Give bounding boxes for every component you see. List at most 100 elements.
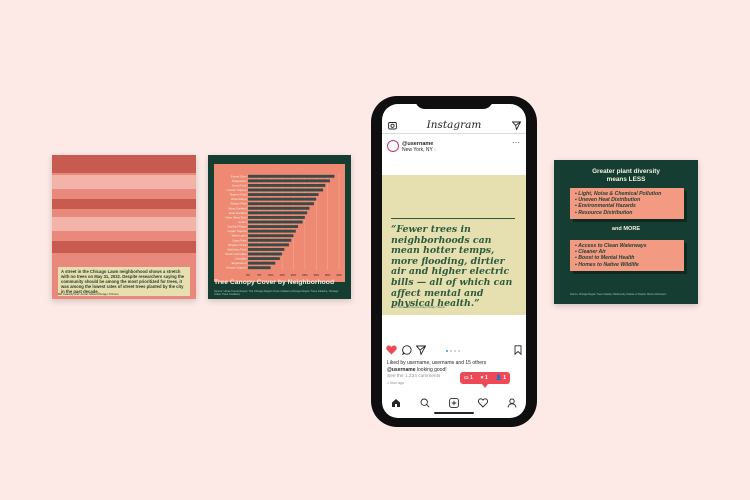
chart-bar — [248, 229, 296, 233]
header-divider — [382, 133, 526, 134]
chart-x-tick-label: 35% — [325, 273, 331, 277]
chart-category-label: Rogers Park — [230, 193, 247, 197]
chart-bar — [248, 202, 314, 206]
more-options-icon[interactable]: ··· — [512, 138, 520, 147]
search-icon[interactable] — [420, 398, 430, 408]
chart-category-label: Forest Glen — [231, 174, 247, 178]
carousel-dots — [446, 350, 460, 352]
chart-bar — [248, 211, 308, 215]
post-image[interactable]: “Fewer trees in neighborhoods can mean h… — [382, 175, 526, 315]
view-comments-link[interactable]: See the 1,234 comments — [387, 374, 440, 379]
chart-bar — [248, 206, 310, 210]
chart-x-tick-label: 0% — [246, 273, 251, 277]
chart-bar — [248, 247, 285, 251]
chart-bar — [248, 183, 326, 187]
chart-bar — [248, 197, 317, 201]
street-photo-card[interactable]: A street in the Chicago Lawn neighborhoo… — [52, 155, 196, 299]
notif-follows: 👤 1 — [495, 375, 507, 381]
instagram-logo: Instagram — [426, 119, 482, 131]
diversity-heading-line1: Greater plant diversity — [592, 168, 660, 175]
chart-bar — [248, 238, 292, 242]
chart-category-label: Brighton Park — [228, 243, 247, 247]
phone-notch — [415, 96, 493, 109]
chart-category-label: North Park — [232, 183, 247, 187]
chart-category-label: Garfield Ridge — [227, 225, 247, 229]
chart-bar — [248, 252, 283, 256]
chart-bar — [248, 193, 319, 197]
tree-row — [52, 241, 196, 253]
chart-bar — [248, 225, 299, 229]
comment-icon[interactable] — [402, 345, 412, 355]
chart-bar — [248, 257, 280, 261]
chart-x-tick-label: 30% — [313, 273, 319, 277]
chart-category-label: West Lawn — [232, 234, 247, 238]
chart-category-label: Albany Park — [230, 202, 247, 206]
notif-pointer — [482, 384, 488, 388]
home-icon[interactable] — [391, 398, 401, 408]
chart-source: Source: Urban Forest Report, The Chicago… — [214, 290, 339, 296]
chart-bar — [248, 188, 324, 192]
post-quote-source: Jean Tillman and Denise Daly/Chicago Tri… — [391, 306, 445, 309]
chart-category-label: South Lawndale — [225, 252, 247, 256]
chart-bar — [248, 179, 330, 183]
plant-diversity-card[interactable]: Greater plant diversity means LESS ▪ Lig… — [554, 160, 698, 304]
tree-canopy-chart-card[interactable]: 0% 5% 10% 15% 20% 25% 30% 35% 40% Forest Glen Edge… — [208, 155, 351, 299]
chart-category-label: McKinley Park — [227, 247, 247, 251]
post-timestamp: 1 hour ago — [387, 381, 405, 385]
chart-category-label: West Garfield — [228, 206, 246, 210]
caption-text: looking good! — [416, 367, 447, 373]
liked-by-text[interactable]: Liked by username, username and 15 other… — [387, 360, 486, 366]
chart-category-label: Douglas — [235, 257, 247, 261]
home-indicator — [434, 412, 474, 414]
share-icon[interactable] — [416, 345, 426, 355]
chart-bar — [248, 234, 294, 238]
tree-row — [52, 199, 196, 209]
chart-bar — [248, 174, 335, 178]
chart-category-label: Englewood — [232, 261, 247, 265]
diversity-heading: Greater plant diversity means LESS — [554, 168, 698, 184]
avatar[interactable] — [387, 140, 399, 152]
add-post-icon[interactable] — [449, 398, 459, 408]
more-list: ▪ Access to Clean Waterways ▪ Cleaner Ai… — [570, 240, 684, 271]
tree-row — [52, 155, 196, 173]
list-item: ▪ Homes to Native Wildlife — [575, 261, 639, 268]
chart-x-tick-label: 20% — [291, 273, 297, 277]
chart-x-tick-label: 25% — [302, 273, 308, 277]
diversity-heading-line2: means LESS — [606, 176, 646, 183]
chart-category-label: Edgewater — [232, 179, 246, 183]
chart-category-label: Armour Square — [226, 266, 247, 270]
chart-category-label: Gage Park — [232, 238, 247, 242]
less-list: ▪ Light, Noise & Chemical Pollution ▪ Un… — [570, 188, 684, 219]
chart-plot-area: 0% 5% 10% 15% 20% 25% 30% 35% 40% Forest Glen Edge… — [214, 164, 345, 282]
bookmark-icon[interactable] — [514, 345, 522, 355]
street-photo-credit: Bill Cassidy and Jonah Sklar/Chicago Tri… — [58, 292, 119, 296]
activity-notification[interactable]: ▭ 1 ♥ 1 👤 1 — [460, 372, 510, 384]
chart-category-label: Austin — [238, 220, 247, 224]
chart-bar — [248, 220, 303, 224]
caption-username[interactable]: @username — [387, 367, 416, 373]
list-item: ▪ Resource Distribution — [575, 209, 633, 216]
post-caption: @username looking good! — [387, 367, 447, 373]
quote-rule — [391, 218, 515, 219]
chart-category-label: Logan Square — [228, 229, 247, 233]
chart-bar — [248, 215, 305, 219]
chart-category-label: Lincoln Square — [226, 188, 246, 192]
post-quote: “Fewer trees in neighborhoods can mean h… — [391, 224, 513, 310]
road-stripe — [52, 217, 196, 231]
heart-icon[interactable] — [386, 345, 397, 355]
road-stripe — [52, 175, 196, 189]
post-location[interactable]: New York, NY › — [402, 147, 436, 153]
and-more-label: and MORE — [611, 226, 641, 232]
chart-x-tick-label: 5% — [257, 273, 262, 277]
chart-x-tick-label: 15% — [279, 273, 285, 277]
chart-category-label: Near West Side — [226, 215, 247, 219]
chart-x-tick-label: 40% — [336, 273, 342, 277]
chart-category-label: West Ridge — [231, 197, 247, 201]
diversity-source: Source: Chicago Region Trees Initiative;… — [570, 293, 667, 296]
profile-icon[interactable] — [507, 398, 517, 408]
chart-bar — [248, 243, 289, 247]
chart-x-tick-label: 10% — [268, 273, 274, 277]
instagram-screen: Instagram @username New York, NY › ··· “… — [382, 104, 526, 418]
chart-bar — [248, 261, 276, 265]
activity-heart-icon[interactable] — [478, 398, 488, 408]
